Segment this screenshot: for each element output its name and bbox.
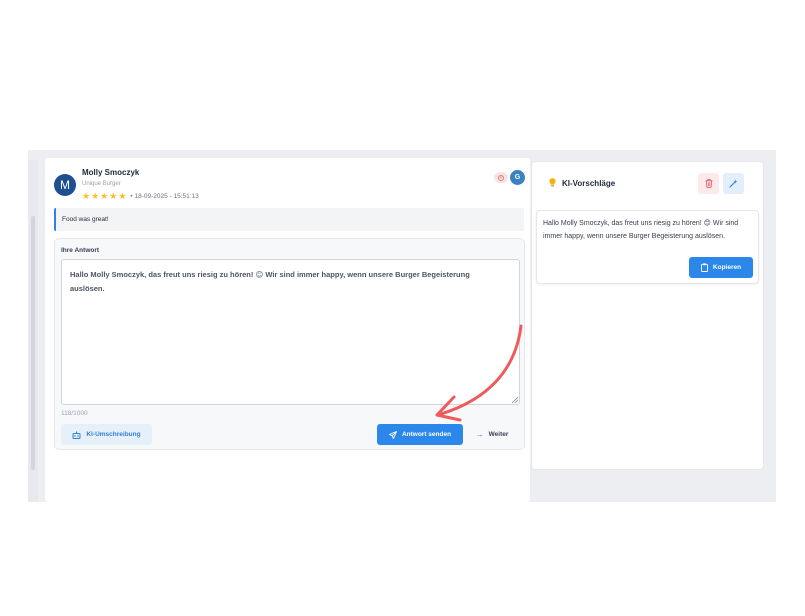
review-panel: M Molly Smoczyk Unique Burger ★ ★ ★ ★ ★ … (45, 158, 530, 502)
suggestion-card: Hallo Molly Smoczyk, das freut uns riesi… (536, 210, 759, 284)
resize-grip-icon[interactable] (512, 397, 518, 403)
suggestion-text: Hallo Molly Smoczyk, das freut uns riesi… (543, 220, 739, 240)
trash-icon (705, 179, 712, 188)
review-text: Food was great! (62, 216, 109, 223)
answer-textarea[interactable]: Hallo Molly Smoczyk, das freut uns riesi… (61, 259, 520, 405)
magic-wand-icon (729, 179, 738, 188)
business-name: Unique Burger (82, 181, 121, 187)
star-icon: ★ (82, 191, 91, 201)
source-badge: G (510, 170, 525, 185)
review-timestamp: • 18-09-2025 - 15:51:13 (130, 193, 199, 200)
review-app: M Molly Smoczyk Unique Burger ★ ★ ★ ★ ★ … (28, 150, 776, 502)
copy-label: Kopieren (712, 264, 742, 271)
send-answer-button[interactable]: Antwort senden (377, 424, 463, 445)
send-answer-label: Antwort senden (401, 431, 452, 438)
ki-suggestions-panel: KI-Vorschläge Hallo Molly Smoczyk, das f… (531, 161, 764, 470)
ki-suggestions-title: KI-Vorschläge (562, 179, 616, 188)
left-sidebar-edge (28, 160, 38, 502)
star-icon: ★ (118, 191, 127, 201)
star-icon: ★ (100, 191, 109, 201)
page: M Molly Smoczyk Unique Burger ★ ★ ★ ★ ★ … (0, 0, 805, 616)
review-text-box: Food was great! (54, 208, 524, 231)
dismiss-badge[interactable]: × (494, 172, 508, 183)
generate-suggestions-button[interactable] (723, 173, 744, 194)
next-button[interactable]: → Weiter (470, 424, 514, 445)
delete-suggestions-button[interactable] (698, 173, 719, 194)
rating-row: ★ ★ ★ ★ ★ • 18-09-2025 - 15:51:13 (82, 192, 199, 201)
answer-label: Ihre Antwort (61, 247, 100, 254)
avatar: M (54, 174, 76, 196)
reviewer-name: Molly Smoczyk (82, 168, 140, 177)
star-icon: ★ (91, 191, 100, 201)
ki-rewrite-label: KI-Umschreibung (86, 431, 141, 438)
send-icon (388, 430, 397, 439)
scrollbar[interactable] (31, 216, 35, 470)
robot-icon (72, 431, 81, 439)
answer-text: Hallo Molly Smoczyk, das freut uns riesi… (70, 270, 470, 293)
star-icon: ★ (109, 191, 118, 201)
close-circle-icon: × (498, 174, 504, 181)
lightbulb-icon (549, 178, 556, 187)
copy-button[interactable]: Kopieren (689, 257, 753, 278)
ki-suggestions-header: KI-Vorschläge (532, 162, 763, 202)
clipboard-icon (700, 263, 708, 272)
char-count: 118/1000 (61, 410, 88, 417)
next-label: Weiter (488, 431, 509, 438)
arrow-right-icon: → (475, 430, 484, 439)
ki-rewrite-button[interactable]: KI-Umschreibung (61, 424, 152, 445)
answer-card: Ihre Antwort Hallo Molly Smoczyk, das fr… (54, 238, 525, 450)
